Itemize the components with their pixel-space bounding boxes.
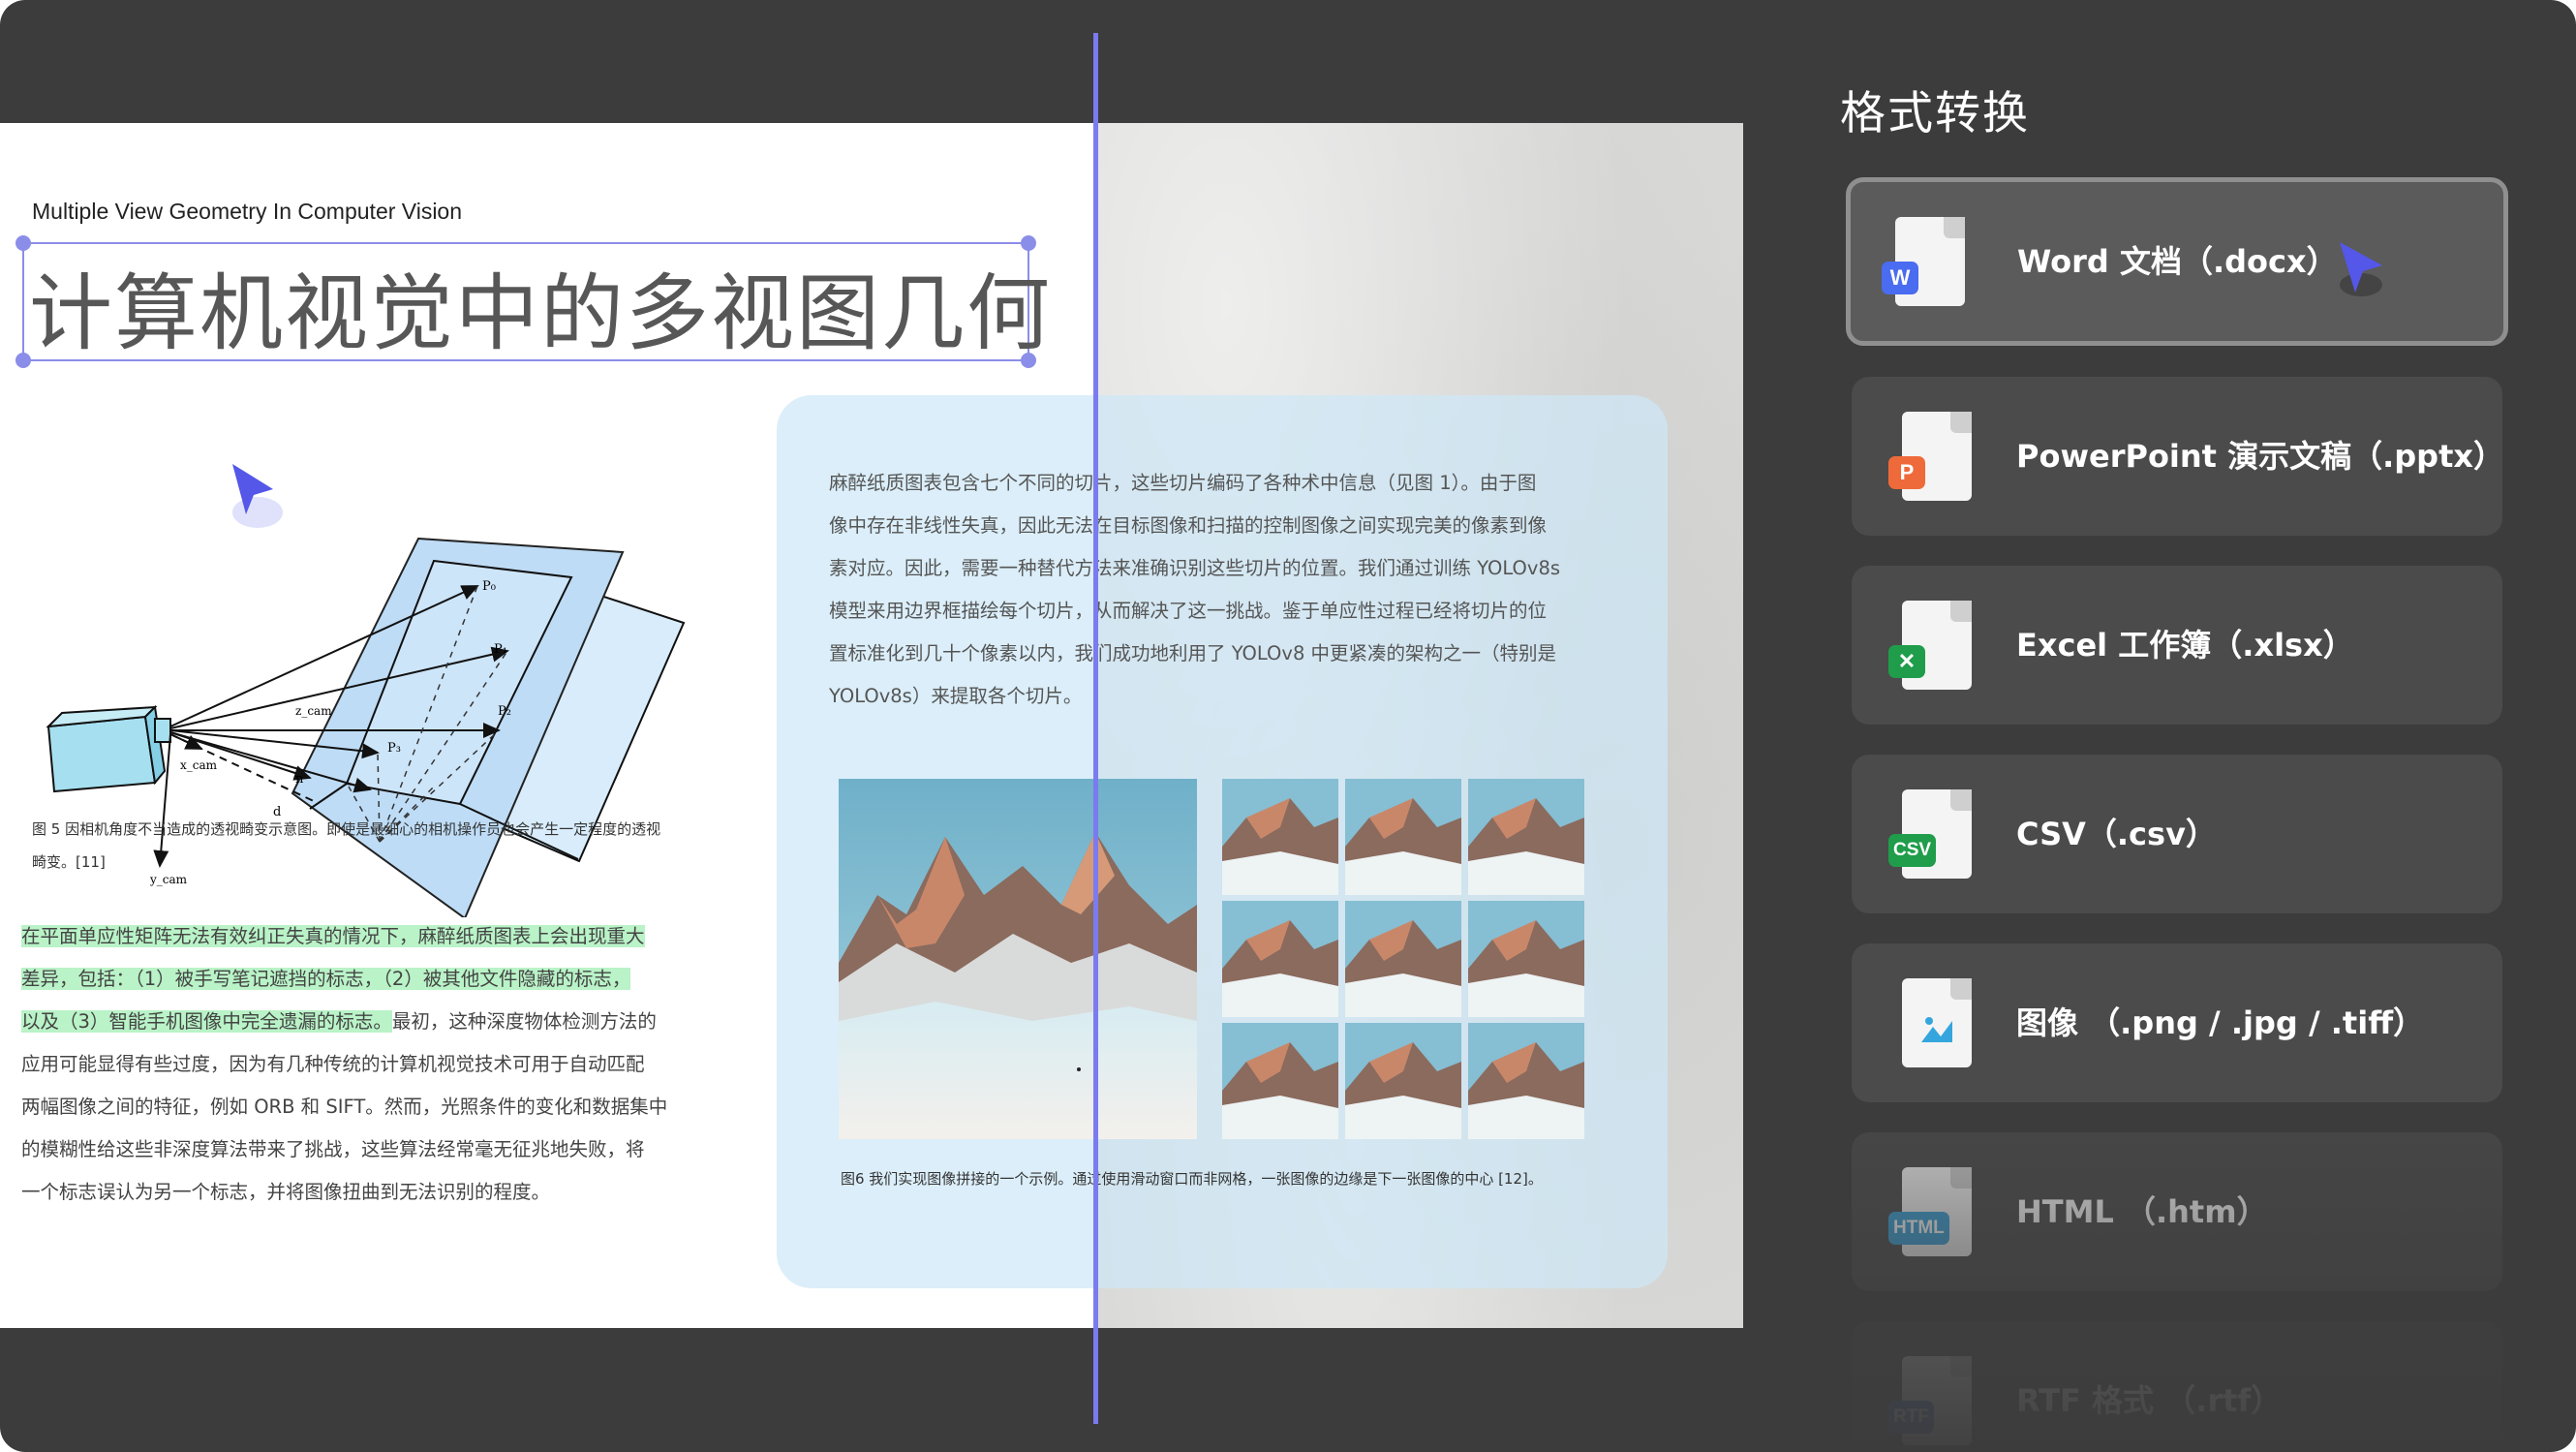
card-line: 麻醉纸质图表包含七个不同的切片，这些切片编码了各种术中信息（见图 1）。由于图 bbox=[829, 472, 1537, 494]
format-label: 图像 （.png / .jpg / .tiff） bbox=[2016, 1004, 2425, 1041]
compare-divider[interactable] bbox=[1093, 33, 1098, 1424]
highlighted-text[interactable]: 以及（3）智能手机图像中完全遗漏的标志。 bbox=[21, 1010, 392, 1033]
paragraph-line: 两幅图像之间的特征，例如 ORB 和 SIFT。然而，光照条件的变化和数据集中 bbox=[21, 1096, 668, 1118]
photo-tile bbox=[1345, 1023, 1461, 1139]
document-subtitle: Multiple View Geometry In Computer Visio… bbox=[32, 199, 463, 224]
format-option-2[interactable]: P PowerPoint 演示文稿（.pptx） bbox=[1852, 377, 2505, 536]
mountain-photo bbox=[839, 779, 1197, 1139]
paragraph-line: 一个标志误认为另一个标志，并将图像扭曲到无法识别的程度。 bbox=[21, 1181, 551, 1203]
photo-tile-grid bbox=[1222, 779, 1584, 1139]
list-fade-overlay bbox=[1840, 1124, 2537, 1452]
figure6-caption: 图6 我们实现图像拼接的一个示例。通过使用滑动窗口而非网格，一张图像的边缘是下一… bbox=[841, 1170, 1543, 1188]
excel-file-icon: ✕ bbox=[1888, 601, 1972, 690]
caption-line: 图 5 因相机角度不当造成的透视畸变示意图。即使是最细心的相机操作员也会产生一定… bbox=[32, 820, 661, 838]
document-title[interactable]: 计算机视觉中的多视图几何 bbox=[29, 245, 1052, 366]
label-p2: P₂ bbox=[498, 704, 511, 719]
card-line: 像中存在非线性失真，因此无法在目标图像和扫描的控制图像之间实现完美的像素到像 bbox=[829, 514, 1548, 537]
format-option-5[interactable]: 图像 （.png / .jpg / .tiff） bbox=[1852, 943, 2502, 1102]
word-file-icon: W bbox=[1882, 217, 1965, 306]
label-xcam: x_cam bbox=[180, 758, 218, 772]
paragraph-text: 最初，这种深度物体检测方法的 bbox=[391, 1010, 657, 1033]
paragraph-line: 的模糊性给这些非深度算法带来了挑战，这些算法经常毫无征兆地失败，将 bbox=[21, 1138, 645, 1160]
card-line: 素对应。因此，需要一种替代方法来准确识别这些切片的位置。我们通过训练 YOLOv… bbox=[829, 557, 1561, 579]
highlighted-text[interactable]: 差异，包括：（1）被手写笔记遮挡的标志，（2）被其他文件隐藏的标志， bbox=[21, 968, 631, 990]
format-label: CSV（.csv） bbox=[2016, 816, 2217, 852]
image-file-icon bbox=[1902, 978, 1972, 1067]
caption-line: 畸变。[11] bbox=[32, 853, 106, 871]
photo-tile bbox=[1345, 901, 1461, 1017]
highlighted-text[interactable]: 在平面单应性矩阵无法有效纠正失真的情况下，麻醉纸质图表上会出现重大 bbox=[21, 925, 645, 947]
mouse-cursor-icon bbox=[232, 464, 283, 528]
card-line: 置标准化到几十个像素以内，我们成功地利用了 YOLOv8 中更紧凑的架构之一（特… bbox=[829, 642, 1557, 664]
label-p0: P₀ bbox=[482, 579, 496, 594]
photo-tile bbox=[1468, 901, 1584, 1017]
photo-tile bbox=[1345, 779, 1461, 895]
format-option-3[interactable]: ✕ Excel 工作簿（.xlsx） bbox=[1852, 566, 2502, 725]
label-zcam: z_cam bbox=[295, 704, 332, 718]
format-option-4[interactable]: CSV CSV（.csv） bbox=[1852, 755, 2502, 913]
card-line: YOLOv8s）来提取各个切片。 bbox=[829, 685, 1083, 707]
label-p1: P₁ bbox=[494, 642, 507, 657]
panel-title: 格式转换 bbox=[1840, 87, 2030, 140]
photo-tile bbox=[1468, 779, 1584, 895]
document-preview: Multiple View Geometry In Computer Visio… bbox=[0, 123, 1743, 1328]
photo-tile bbox=[1222, 1023, 1338, 1139]
powerpoint-file-icon: P bbox=[1888, 412, 1972, 501]
figure5-caption: 图 5 因相机角度不当造成的透视畸变示意图。即使是最细心的相机操作员也会产生一定… bbox=[32, 813, 729, 879]
photo-tile bbox=[1222, 779, 1338, 895]
csv-file-icon: CSV bbox=[1888, 789, 1972, 879]
mouse-cursor-icon bbox=[2340, 242, 2382, 296]
format-option-1[interactable]: W Word 文档（.docx） bbox=[1846, 177, 2508, 346]
app-window: Multiple View Geometry In Computer Visio… bbox=[0, 0, 2576, 1452]
format-label: PowerPoint 演示文稿（.pptx） bbox=[2016, 438, 2505, 475]
format-label: Word 文档（.docx） bbox=[2017, 243, 2338, 280]
left-paragraph: 在平面单应性矩阵无法有效纠正失真的情况下，麻醉纸质图表上会出现重大 差异，包括：… bbox=[21, 915, 728, 1214]
card-paragraph: 麻醉纸质图表包含七个不同的切片，这些切片编码了各种术中信息（见图 1）。由于图 … bbox=[829, 462, 1615, 718]
card-line: 模型来用边界框描绘每个切片，从而解决了这一挑战。鉴于单应性过程已经将切片的位 bbox=[829, 600, 1548, 622]
paragraph-line: 应用可能显得有些过度，因为有几种传统的计算机视觉技术可用于自动匹配 bbox=[21, 1053, 645, 1075]
photo-tile bbox=[1468, 1023, 1584, 1139]
label-n: n bbox=[295, 772, 304, 787]
format-label: Excel 工作簿（.xlsx） bbox=[2016, 627, 2354, 664]
photo-tile bbox=[1222, 901, 1338, 1017]
label-p3: P₃ bbox=[387, 741, 401, 756]
